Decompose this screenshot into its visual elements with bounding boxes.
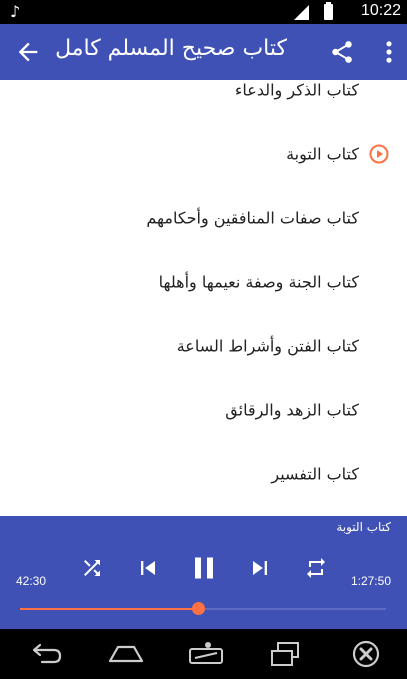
seek-progress (20, 608, 198, 610)
screen-cast-icon[interactable] (186, 639, 226, 669)
home-icon[interactable] (106, 639, 146, 669)
list-item[interactable]: كتاب التوبة (0, 122, 407, 186)
music-note-icon: ♪ (10, 2, 21, 21)
repeat-icon[interactable] (304, 556, 328, 580)
list-item[interactable]: كتاب الفتن وأشراط الساعة (0, 314, 407, 378)
shuffle-icon[interactable] (80, 556, 104, 580)
total-duration: 1:27:50 (350, 574, 391, 588)
list-item[interactable]: كتاب التفسير (0, 442, 407, 506)
app-bar: كتاب صحيح المسلم كامل (0, 24, 407, 80)
status-bar: ♪ 10:22 (0, 0, 407, 24)
chapter-list: كتاب الذكر والدعاء كتاب التوبة كتاب صفات… (0, 80, 407, 516)
chapter-label: كتاب الفتن وأشراط الساعة (176, 336, 359, 356)
chapter-label: كتاب الزهد والرقائق (225, 400, 359, 420)
skip-previous-icon[interactable] (134, 554, 162, 582)
recent-apps-icon[interactable] (266, 639, 306, 669)
seek-bar[interactable] (20, 602, 386, 615)
list-item[interactable]: كتاب الجنة وصفة نعيمها وأهلها (0, 250, 407, 314)
chapter-label: كتاب الجنة وصفة نعيمها وأهلها (158, 272, 359, 292)
nav-back-icon[interactable] (26, 639, 66, 669)
list-item[interactable]: كتاب صفات المنافقين وأحكامهم (0, 186, 407, 250)
chapter-label: كتاب التوبة (286, 144, 359, 164)
status-time: 10:22 (360, 2, 401, 19)
close-icon[interactable] (346, 639, 386, 669)
audio-player: كتاب التوبة 42:30 1:27:50 (0, 516, 407, 629)
now-playing-title: كتاب التوبة (336, 520, 391, 534)
navigation-bar (0, 629, 407, 679)
back-arrow-icon[interactable] (14, 38, 42, 66)
chapter-label: كتاب الذكر والدعاء (234, 80, 359, 100)
chapter-label: كتاب التفسير (271, 464, 359, 484)
list-item[interactable]: كتاب الذكر والدعاء (0, 80, 407, 122)
list-item[interactable]: كتاب الزهد والرقائق (0, 378, 407, 442)
chapter-label: كتاب صفات المنافقين وأحكامهم (146, 208, 359, 228)
share-icon[interactable] (329, 38, 355, 66)
skip-next-icon[interactable] (246, 554, 274, 582)
more-vert-icon[interactable] (383, 38, 395, 66)
signal-icon (294, 5, 309, 20)
play-circle-icon (369, 144, 389, 164)
pause-icon[interactable] (186, 550, 222, 586)
page-title: كتاب صحيح المسلم كامل (55, 36, 287, 61)
seek-thumb[interactable] (191, 602, 205, 615)
battery-icon (324, 2, 333, 20)
elapsed-time: 42:30 (16, 574, 47, 588)
